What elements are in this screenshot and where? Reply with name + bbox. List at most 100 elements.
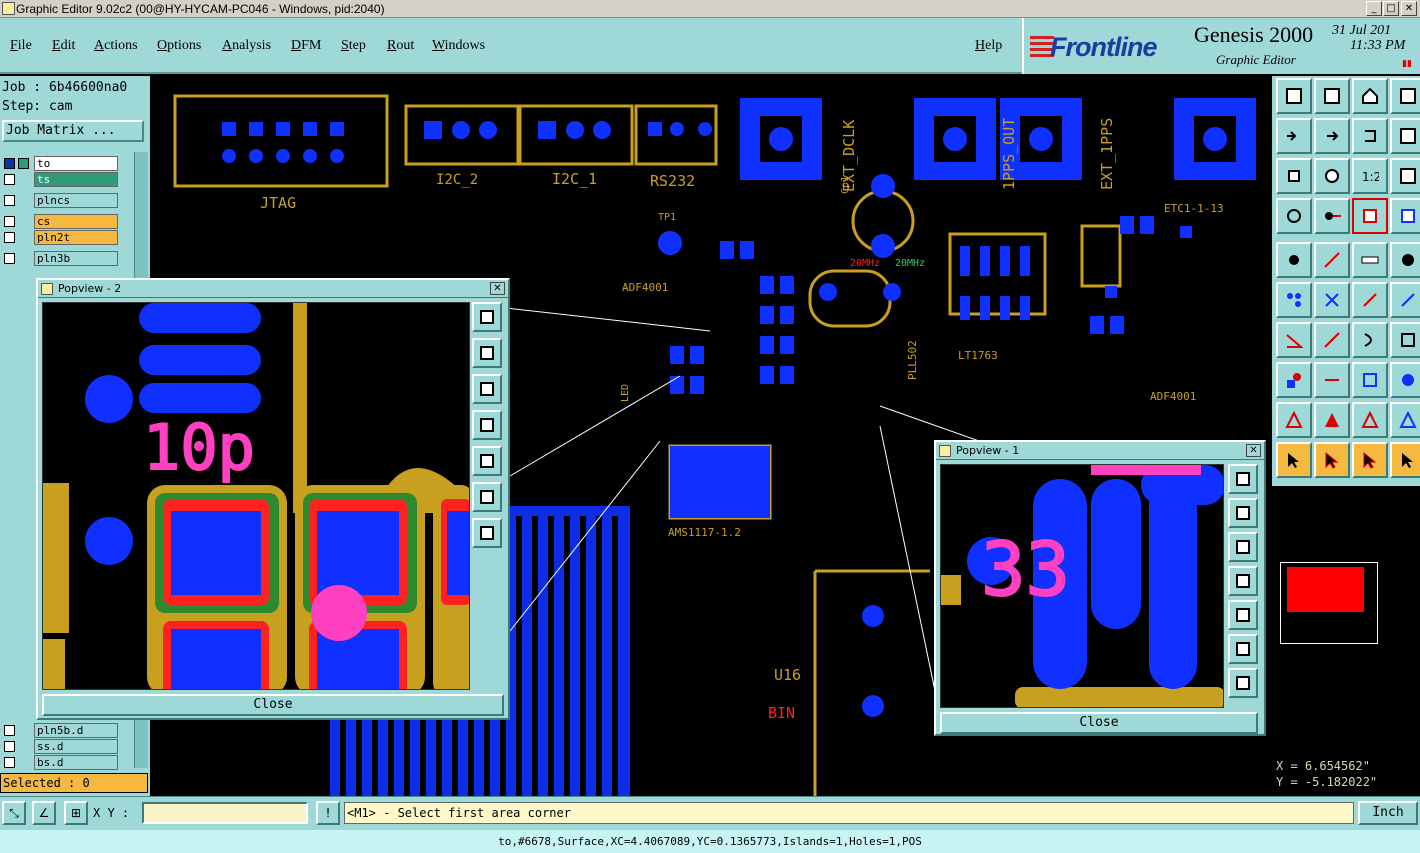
pop-tool-zoom-icon[interactable] [472, 302, 502, 332]
layer-row-to[interactable]: to [0, 156, 120, 172]
layer-row-cs[interactable]: cs [0, 214, 120, 230]
tool-snap-icon[interactable] [1390, 158, 1420, 194]
menu-options[interactable]: Options [157, 38, 201, 54]
layer-checkbox[interactable] [4, 195, 15, 206]
menu-analysis[interactable]: Analysis [222, 38, 271, 54]
grid-mode-icon[interactable]: ⊞ [64, 801, 88, 825]
tool-probe-icon[interactable] [1314, 198, 1350, 234]
xy-input[interactable] [142, 802, 308, 824]
layer-row-plncs[interactable]: plncs [0, 193, 120, 209]
tool-zoom-out-icon[interactable] [1314, 118, 1350, 154]
tool-scale-icon[interactable]: 1:2 [1352, 158, 1388, 194]
pop-tool-pan-up-icon[interactable] [472, 338, 502, 368]
pause-icon[interactable]: ▮▮ [1402, 59, 1412, 69]
tool-select-icon[interactable] [1276, 442, 1312, 478]
menu-windows[interactable]: Windows [432, 38, 485, 54]
layer-checkbox[interactable] [4, 216, 15, 227]
maximize-button[interactable]: □ [1383, 1, 1399, 16]
minimize-button[interactable]: _ [1366, 1, 1382, 16]
tool-target-icon[interactable] [1352, 362, 1388, 398]
menu-dfm[interactable]: DFM [291, 38, 321, 54]
tool-layer-icon[interactable] [1352, 198, 1388, 234]
layer-checkbox[interactable] [4, 158, 15, 169]
tool-arrow-pad-icon[interactable] [1352, 282, 1388, 318]
snap-mode-icon[interactable]: ⤡ [2, 801, 26, 825]
tool-zoom-in-icon[interactable] [1276, 118, 1312, 154]
popview-1-close-icon[interactable]: ✕ [1246, 444, 1261, 457]
pop-tool-zoom-in-icon[interactable] [1228, 668, 1258, 698]
layer-row-pln3b[interactable]: pln3b [0, 251, 120, 267]
pop-tool-zoom-out-icon[interactable] [472, 482, 502, 512]
popview-1-title-bar[interactable]: Popview - 1 ✕ [936, 442, 1264, 460]
pop-tool-pan-down-icon[interactable] [1228, 532, 1258, 562]
tool-line-icon[interactable] [1314, 362, 1350, 398]
tool-open-job-icon[interactable] [1276, 78, 1312, 114]
tool-window-icon[interactable] [1390, 78, 1420, 114]
popview-2-close-button[interactable]: Close [42, 694, 504, 716]
minimap-view-rect[interactable] [1287, 567, 1364, 612]
tool-arrow-line-icon[interactable] [1390, 282, 1420, 318]
tool-angle-icon[interactable] [1276, 322, 1312, 358]
pop-tool-zoom-out-icon[interactable] [1228, 634, 1258, 664]
layer-row-pln2t[interactable]: pln2t [0, 230, 120, 246]
pop-tool-pan-left-icon[interactable] [1228, 566, 1258, 596]
tool-home-view-icon[interactable] [1390, 118, 1420, 154]
menu-help[interactable]: Help [975, 38, 1002, 54]
menu-rout[interactable]: Rout [387, 38, 414, 54]
exclamation-button[interactable]: ! [316, 801, 340, 825]
pop-tool-pan-right-icon[interactable] [1228, 600, 1258, 630]
angle-mode-icon[interactable]: ∠ [32, 801, 56, 825]
menu-file[interactable]: File [10, 38, 32, 54]
menu-step[interactable]: Step [341, 38, 366, 54]
tool-fit-icon[interactable] [1276, 158, 1312, 194]
popview-1-viewport[interactable]: 33 [940, 464, 1224, 708]
tool-triangle-icon[interactable] [1276, 402, 1312, 438]
menu-actions[interactable]: Actions [94, 38, 138, 54]
tool-triangle-small-icon[interactable] [1390, 402, 1420, 438]
tool-triangle-blue-icon[interactable] [1352, 402, 1388, 438]
popview-2-title-bar[interactable]: Popview - 2 ✕ [38, 280, 508, 298]
tool-ruler-icon[interactable] [1352, 242, 1388, 278]
layer-row-ts[interactable]: ts [0, 172, 120, 188]
layer-row-pln5b[interactable]: pln5b.d [0, 723, 120, 739]
tool-arc-icon[interactable] [1352, 322, 1388, 358]
tool-pan-icon[interactable] [1314, 158, 1350, 194]
pop-tool-zoom-icon[interactable] [1228, 464, 1258, 494]
tool-cross-icon[interactable] [1314, 282, 1350, 318]
pop-tool-pan-right-icon[interactable] [472, 446, 502, 476]
layer-checkbox[interactable] [4, 174, 15, 185]
pop-tool-pan-up-icon[interactable] [1228, 498, 1258, 528]
pop-tool-pan-left-icon[interactable] [472, 410, 502, 440]
tool-select-more-icon[interactable] [1390, 442, 1420, 478]
layer-row-ss[interactable]: ss.d [0, 739, 120, 755]
tool-save-icon[interactable] [1314, 78, 1350, 114]
popview-2-close-icon[interactable]: ✕ [490, 282, 505, 295]
layer-row-bs[interactable]: bs.d [0, 755, 120, 771]
tool-add-line-icon[interactable] [1314, 242, 1350, 278]
close-window-button[interactable]: ✕ [1401, 1, 1417, 16]
pop-tool-pan-down-icon[interactable] [472, 374, 502, 404]
overview-minimap[interactable] [1280, 562, 1378, 644]
tool-triangle-fill-icon[interactable] [1314, 402, 1350, 438]
popview-2-viewport[interactable]: 10p [42, 302, 470, 690]
tool-select-net-icon[interactable] [1352, 442, 1388, 478]
tool-ring-icon[interactable] [1390, 362, 1420, 398]
tool-circle-icon[interactable] [1390, 242, 1420, 278]
tool-home-icon[interactable] [1352, 78, 1388, 114]
menu-edit[interactable]: Edit [52, 38, 75, 54]
layer-checkbox[interactable] [4, 253, 15, 264]
tool-redraw-icon[interactable] [1352, 118, 1388, 154]
tool-measure-icon[interactable] [1390, 198, 1420, 234]
layer-checkbox[interactable] [4, 741, 15, 752]
layer-checkbox[interactable] [4, 725, 15, 736]
tool-select-area-icon[interactable] [1314, 442, 1350, 478]
layer-checkbox[interactable] [4, 232, 15, 243]
units-button[interactable]: Inch [1358, 801, 1418, 825]
pop-tool-zoom-in-icon[interactable] [472, 518, 502, 548]
tool-bracket-icon[interactable] [1390, 322, 1420, 358]
job-matrix-button[interactable]: Job Matrix ... [2, 120, 144, 142]
tool-grid-icon[interactable] [1276, 198, 1312, 234]
tool-add-pad-icon[interactable] [1276, 242, 1312, 278]
popview-1-close-button[interactable]: Close [940, 712, 1258, 734]
tool-move-icon[interactable] [1276, 362, 1312, 398]
